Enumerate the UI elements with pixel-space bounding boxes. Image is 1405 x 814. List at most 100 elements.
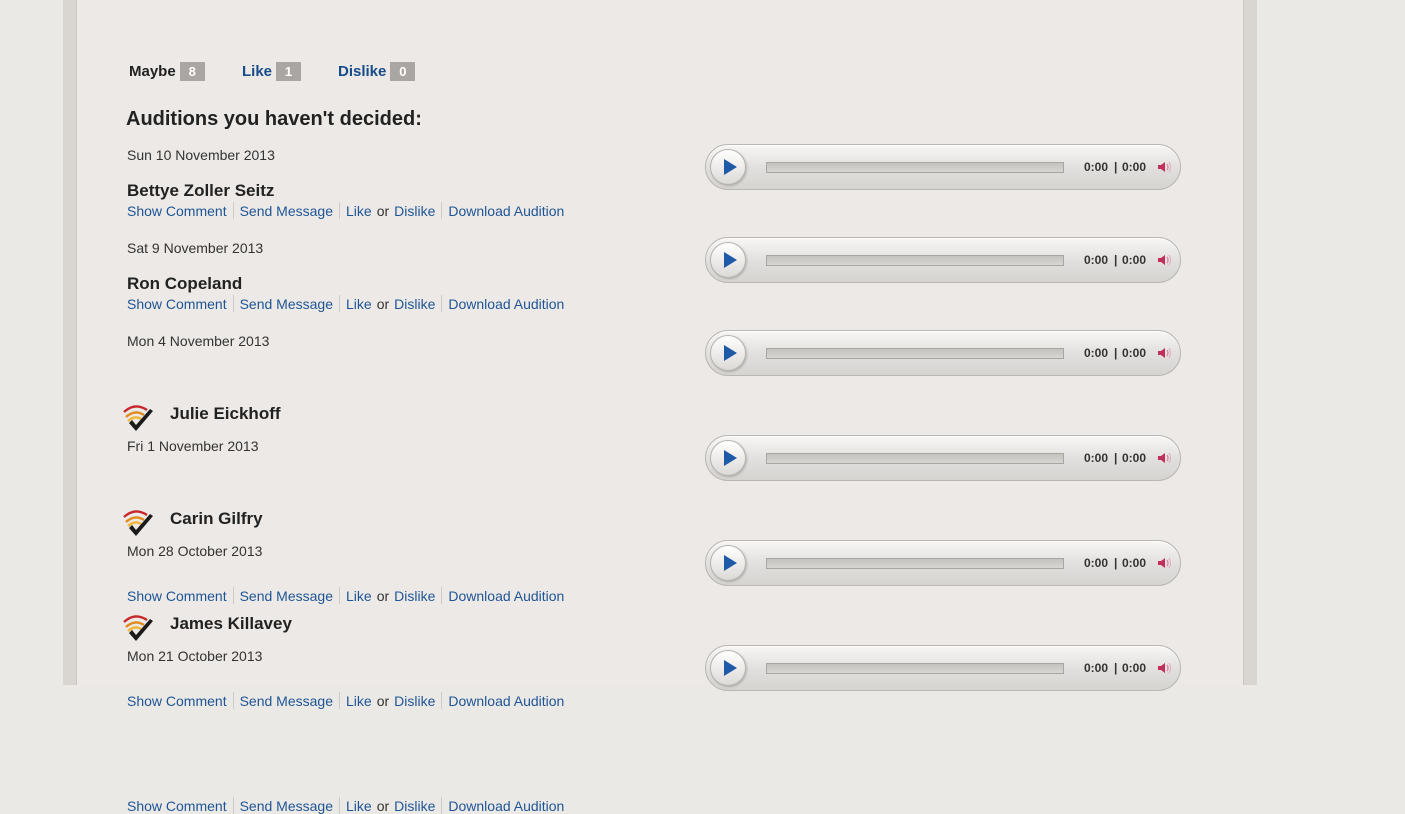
filter-count-badge: 8: [179, 62, 205, 81]
auditioner-name[interactable]: James Killavey: [170, 614, 292, 634]
audio-progress-track[interactable]: [766, 348, 1064, 359]
divider: [441, 587, 443, 604]
filter-tab-dislike[interactable]: Dislike 0: [338, 62, 416, 81]
verified-checkmark-icon: [120, 400, 158, 436]
duration-time: 0:00: [1122, 160, 1147, 174]
audio-player: 0:00 | 0:00: [705, 645, 1181, 691]
filter-count-badge: 0: [390, 62, 416, 81]
audio-progress-track[interactable]: [766, 255, 1064, 266]
speaker-volume-icon[interactable]: [1156, 345, 1172, 361]
play-icon[interactable]: [710, 149, 746, 185]
audition-actions: Show Comment Send Message Like or Dislik…: [127, 295, 564, 312]
page-frame-right: [1244, 0, 1257, 685]
divider: [441, 797, 443, 814]
audio-progress-track[interactable]: [766, 558, 1064, 569]
speaker-volume-icon[interactable]: [1156, 159, 1172, 175]
verified-checkmark-icon: [120, 610, 158, 646]
filter-count-badge: 1: [276, 62, 302, 81]
download-audition-link[interactable]: Download Audition: [448, 296, 564, 312]
play-icon[interactable]: [710, 545, 746, 581]
download-audition-link[interactable]: Download Audition: [448, 798, 564, 814]
divider: [441, 692, 443, 709]
duration-time: 0:00: [1122, 253, 1147, 267]
download-audition-link[interactable]: Download Audition: [448, 588, 564, 604]
auditioner-name[interactable]: Ron Copeland: [127, 274, 242, 294]
audition-date: Mon 4 November 2013: [127, 333, 270, 349]
duration-time: 0:00: [1122, 661, 1147, 675]
divider: [232, 295, 234, 312]
send-message-link[interactable]: Send Message: [240, 296, 333, 312]
speaker-volume-icon[interactable]: [1156, 252, 1172, 268]
speaker-volume-icon[interactable]: [1156, 555, 1172, 571]
show-comment-link[interactable]: Show Comment: [127, 203, 227, 219]
divider: [339, 797, 340, 814]
or-text: or: [376, 692, 390, 709]
auditioner-name[interactable]: Julie Eickhoff: [170, 404, 281, 424]
show-comment-link[interactable]: Show Comment: [127, 296, 227, 312]
dislike-link[interactable]: Dislike: [394, 296, 435, 312]
dislike-link[interactable]: Dislike: [394, 588, 435, 604]
play-icon[interactable]: [710, 650, 746, 686]
time-separator: |: [1114, 661, 1118, 675]
audio-progress-track[interactable]: [766, 162, 1064, 173]
current-time: 0:00: [1084, 451, 1109, 465]
audition-actions: Show Comment Send Message Like or Dislik…: [127, 692, 564, 709]
or-text: or: [376, 202, 390, 219]
audio-player: 0:00 | 0:00: [705, 144, 1181, 190]
time-separator: |: [1114, 160, 1118, 174]
current-time: 0:00: [1084, 661, 1109, 675]
download-audition-link[interactable]: Download Audition: [448, 203, 564, 219]
auditioner-name[interactable]: Carin Gilfry: [170, 509, 263, 529]
send-message-link[interactable]: Send Message: [240, 588, 333, 604]
play-icon[interactable]: [710, 440, 746, 476]
divider: [232, 587, 234, 604]
filter-tab-label: Like: [242, 63, 273, 80]
verified-checkmark-icon: [120, 505, 158, 541]
audition-actions: Show Comment Send Message Like or Dislik…: [127, 587, 564, 604]
divider: [441, 202, 443, 219]
like-link[interactable]: Like: [346, 203, 372, 219]
filter-tab-like[interactable]: Like 1: [242, 62, 302, 81]
speaker-volume-icon[interactable]: [1156, 450, 1172, 466]
auditioner-name[interactable]: Bettye Zoller Seitz: [127, 181, 274, 201]
dislike-link[interactable]: Dislike: [394, 798, 435, 814]
audition-date: Sat 9 November 2013: [127, 240, 264, 256]
show-comment-link[interactable]: Show Comment: [127, 798, 227, 814]
audio-progress-track[interactable]: [766, 663, 1064, 674]
filter-tab-label: Dislike: [338, 63, 387, 80]
dislike-link[interactable]: Dislike: [394, 693, 435, 709]
filter-tab-maybe[interactable]: Maybe 8: [129, 62, 205, 81]
play-icon[interactable]: [710, 335, 746, 371]
audio-player: 0:00 | 0:00: [705, 237, 1181, 283]
audio-player: 0:00 | 0:00: [705, 330, 1181, 376]
audio-progress-track[interactable]: [766, 453, 1064, 464]
like-link[interactable]: Like: [346, 588, 372, 604]
audio-player: 0:00 | 0:00: [705, 435, 1181, 481]
divider: [339, 295, 340, 312]
current-time: 0:00: [1084, 253, 1109, 267]
time-separator: |: [1114, 451, 1118, 465]
download-audition-link[interactable]: Download Audition: [448, 693, 564, 709]
like-link[interactable]: Like: [346, 296, 372, 312]
like-link[interactable]: Like: [346, 693, 372, 709]
audio-player: 0:00 | 0:00: [705, 540, 1181, 586]
send-message-link[interactable]: Send Message: [240, 693, 333, 709]
like-link[interactable]: Like: [346, 798, 372, 814]
current-time: 0:00: [1084, 346, 1109, 360]
show-comment-link[interactable]: Show Comment: [127, 693, 227, 709]
current-time: 0:00: [1084, 556, 1109, 570]
send-message-link[interactable]: Send Message: [240, 203, 333, 219]
time-separator: |: [1114, 253, 1118, 267]
dislike-link[interactable]: Dislike: [394, 203, 435, 219]
divider: [339, 202, 340, 219]
filter-tab-label: Maybe: [129, 63, 176, 80]
play-icon[interactable]: [710, 242, 746, 278]
audition-actions: Show Comment Send Message Like or Dislik…: [127, 202, 564, 219]
divider: [232, 797, 234, 814]
speaker-volume-icon[interactable]: [1156, 660, 1172, 676]
show-comment-link[interactable]: Show Comment: [127, 588, 227, 604]
or-text: or: [376, 587, 390, 604]
send-message-link[interactable]: Send Message: [240, 798, 333, 814]
current-time: 0:00: [1084, 160, 1109, 174]
audition-date: Sun 10 November 2013: [127, 147, 275, 163]
